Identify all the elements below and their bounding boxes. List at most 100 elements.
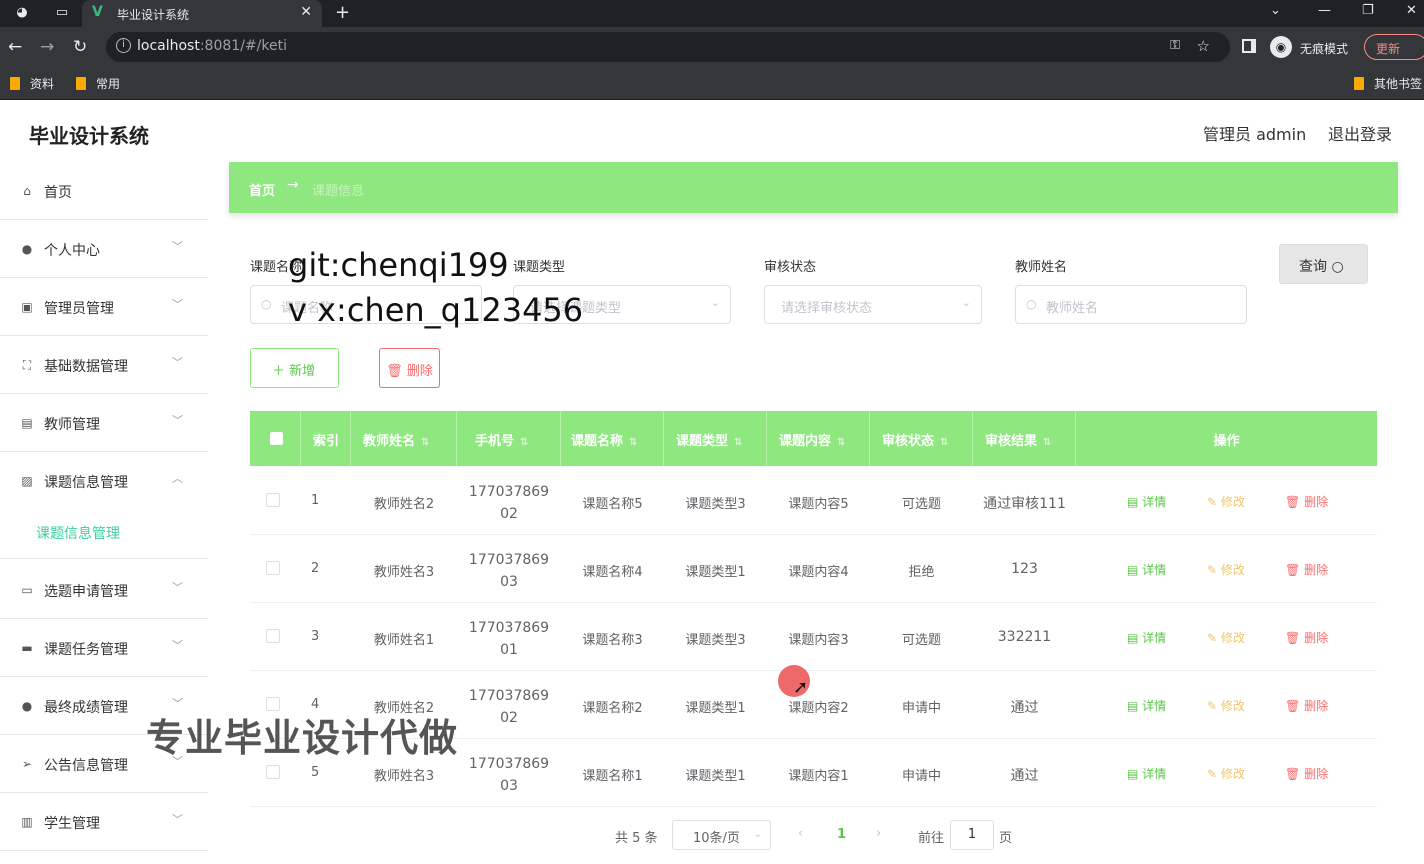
tab-title: 毕业设计系统 [117,8,190,22]
prev-page-icon[interactable]: ‹ [798,826,803,841]
header-topic-name[interactable]: 课题名称 ⇅ [561,411,664,466]
query-button[interactable]: 查询 ○ [1279,244,1368,284]
cell-topic-type: 课题类型1 [685,769,746,784]
tab-search-icon[interactable]: ⌄ [1270,3,1281,18]
sidebar-item[interactable]: ▤ 教师管理 ﹀ [0,394,208,452]
clipboard-icon: ▣ [21,300,33,314]
chevron-down-icon: ﹀ [172,298,183,311]
logout-link[interactable]: 退出登录 [1328,121,1392,145]
back-icon[interactable]: ← [8,37,22,57]
edit-button[interactable]: ✎ 修改 [1207,493,1245,510]
row-checkbox[interactable] [266,629,280,643]
sidebar-item[interactable]: ▭ 选题申请管理 ﹀ [0,561,208,619]
url-text: localhost:8081/#/keti [137,38,287,54]
header-teacher[interactable]: 教师姓名 ⇅ [351,411,457,466]
cell-topic-name: 课题名称4 [582,565,643,580]
edit-button[interactable]: ✎ 修改 [1207,697,1245,714]
select-all-cell [250,411,301,466]
chevron-down-icon: ⌄ [753,829,762,840]
page-size-value: 10条/页 [693,831,740,846]
detail-button[interactable]: ▤ 详情 [1127,561,1166,578]
bookmark-folder-other[interactable]: 其他书签 [1354,75,1422,92]
breadcrumb-home[interactable]: 首页 [249,180,275,199]
table-row[interactable]: 1 教师姓名2 177037869 02 课题名称5 课题类型3 课题内容5 可选… [250,467,1377,535]
minimize-icon[interactable]: — [1318,3,1331,18]
sidebar-item-label: 教师管理 [44,417,100,433]
table-row[interactable]: 2 教师姓名3 177037869 03 课题名称4 课题类型1 课题内容4 拒绝… [250,535,1377,603]
detail-button[interactable]: ▤ 详情 [1127,697,1166,714]
browser-menu-icon[interactable]: ◕ [14,5,30,21]
header-actions: 操作 [1213,434,1240,449]
row-delete-button[interactable]: 🗑 删除 [1285,629,1328,646]
restore-icon[interactable]: ❐ [1362,3,1374,18]
edit-button[interactable]: ✎ 修改 [1207,561,1245,578]
header-topic-content[interactable]: 课题内容 ⇅ [767,411,870,466]
edit-button[interactable]: ✎ 修改 [1207,765,1245,782]
cell-review-status: 申请中 [901,769,941,784]
update-button[interactable]: 更新 [1364,34,1424,60]
select-all-checkbox[interactable] [270,432,283,445]
sidebar-item[interactable]: ⌂ 首页 [0,162,208,220]
row-delete-button[interactable]: 🗑 删除 [1285,765,1328,782]
cell-review-result: 通过 [1010,768,1039,784]
row-checkbox[interactable] [266,765,280,779]
row-checkbox[interactable] [266,561,280,575]
batch-delete-button[interactable]: 🗑 删除 [379,348,440,388]
chevron-down-icon: ﹀ [172,639,183,652]
header-review-result[interactable]: 审核结果 ⇅ [973,411,1076,466]
next-page-icon[interactable]: › [876,826,881,841]
new-tab-icon[interactable]: + [335,2,350,23]
sidebar-item[interactable]: ▥ 学生管理 ﹀ [0,793,208,851]
detail-button[interactable]: ▤ 详情 [1127,629,1166,646]
header-phone[interactable]: 手机号 ⇅ [457,411,561,466]
chevron-down-icon: ﹀ [172,356,183,369]
cell-topic-type: 课题类型1 [685,701,746,716]
chat-icon: ▭ [21,583,33,597]
sidebar-item[interactable]: ● 个人中心 ﹀ [0,220,208,278]
add-button[interactable]: ＋ 新增 [250,348,339,388]
detail-button[interactable]: ▤ 详情 [1127,765,1166,782]
document-icon: ▤ [1127,767,1139,781]
sidebar-item[interactable]: ▣ 管理员管理 ﹀ [0,278,208,336]
header-review-status[interactable]: 审核状态 ⇅ [870,411,973,466]
teacher-name-input[interactable]: ○ 教师姓名 [1015,285,1247,324]
bookmarks-bar: 资料 常用 其他书签 [0,67,1424,100]
bookmark-folder-ziliao[interactable]: 资料 [10,75,54,92]
browser-tab[interactable]: V 毕业设计系统 ✕ [82,0,322,27]
row-delete-button[interactable]: 🗑 删除 [1285,697,1328,714]
review-status-select[interactable]: 请选择审核状态 ⌄ [764,285,982,324]
site-info-icon[interactable]: i [116,38,131,53]
bookmark-star-icon[interactable]: ☆ [1197,37,1210,55]
row-delete-button[interactable]: 🗑 删除 [1285,493,1328,510]
page-size-select[interactable]: 10条/页 ⌄ [672,820,771,850]
sidebar-item-label: 基础数据管理 [44,359,128,375]
header-topic-type[interactable]: 课题类型 ⇅ [664,411,767,466]
header-index[interactable]: 索引 [301,411,351,466]
edit-button[interactable]: ✎ 修改 [1207,629,1245,646]
sidebar-item[interactable]: ▨ 课题信息管理 ︿ [0,452,208,510]
incognito-icon[interactable]: ◉ [1270,36,1292,58]
mouse-cursor-icon: ➚ [793,677,809,698]
review-status-placeholder: 请选择审核状态 [781,301,873,316]
page-number-current[interactable]: 1 [837,827,846,842]
password-key-icon[interactable]: ⚿ [1170,38,1180,53]
forward-icon[interactable]: → [40,37,54,57]
bookmark-folder-changyong[interactable]: 常用 [76,75,120,92]
detail-button[interactable]: ▤ 详情 [1127,493,1166,510]
side-panel-icon[interactable] [1242,39,1256,53]
row-delete-button[interactable]: 🗑 删除 [1285,561,1328,578]
sidebar-item-label: 课题任务管理 [44,642,128,658]
table-row[interactable]: 3 教师姓名1 177037869 01 课题名称3 课题类型3 课题内容3 可选… [250,603,1377,671]
cell-review-status: 申请中 [901,701,941,716]
sidebar-item[interactable]: ⛶ 基础数据管理 ﹀ [0,336,208,394]
submenu-item-topic-info[interactable]: 课题信息管理 [36,523,120,543]
folder-icon [1354,77,1364,90]
reload-icon[interactable]: ↻ [73,37,87,57]
tab-overview-icon[interactable]: ▭ [54,5,70,21]
sidebar-item[interactable]: ▬ 课题任务管理 ﹀ [0,619,208,677]
address-bar[interactable]: i localhost:8081/#/keti ⚿ ☆ [106,32,1230,62]
tab-close-icon[interactable]: ✕ [300,4,312,20]
window-close-icon[interactable]: ✕ [1406,3,1417,18]
goto-page-input[interactable]: 1 [950,820,994,850]
row-checkbox[interactable] [266,493,280,507]
